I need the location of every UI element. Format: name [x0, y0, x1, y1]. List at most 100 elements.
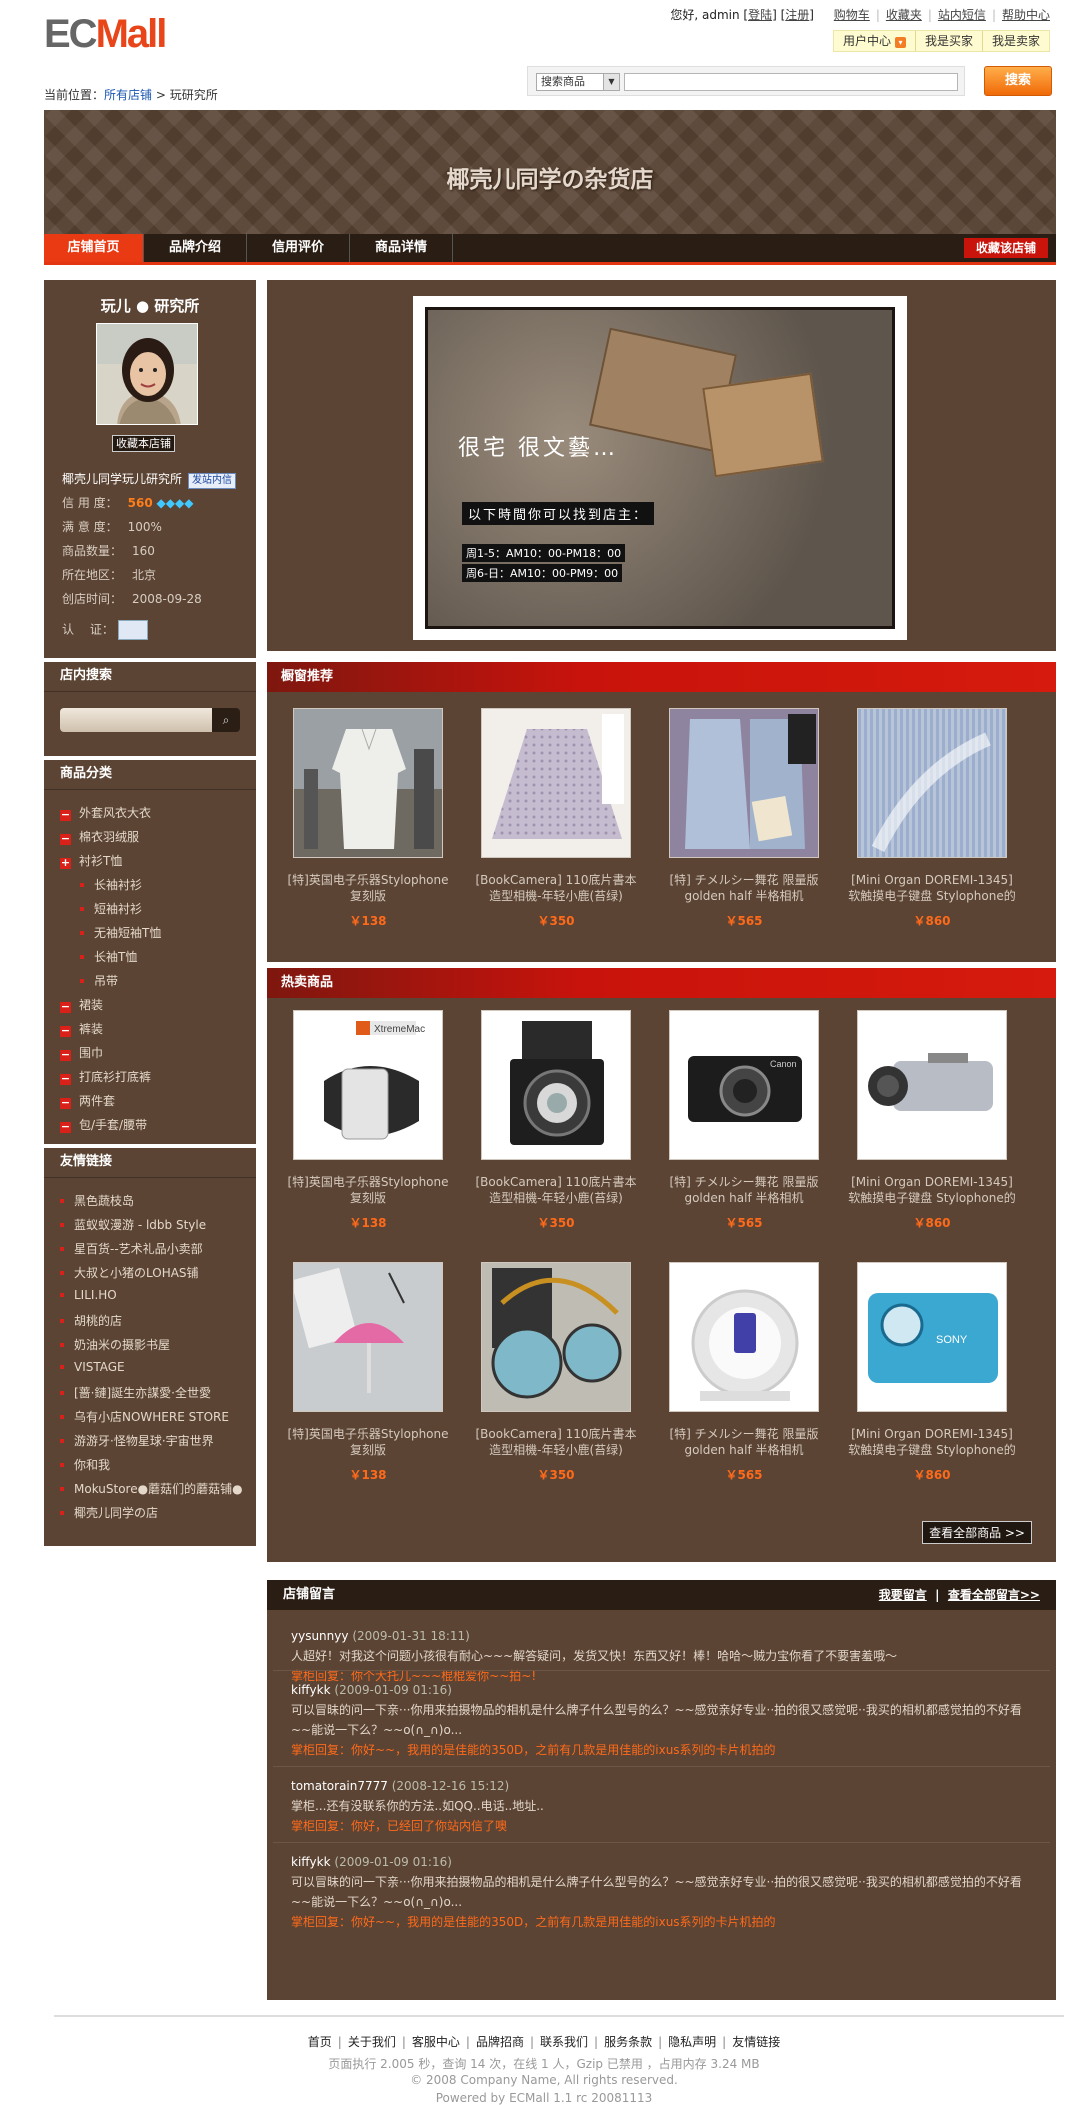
- view-all-messages-link[interactable]: 查看全部留言>>: [948, 1588, 1040, 1602]
- product-card[interactable]: [特] チメルシー舞花 限量版 golden half 半格相机 ￥565: [669, 1262, 819, 1483]
- search-input[interactable]: [624, 73, 958, 91]
- subcategory-item[interactable]: 无袖短袖T恤: [80, 924, 161, 941]
- footer-link[interactable]: 隐私声明: [668, 2035, 716, 2049]
- certification-icon[interactable]: [117, 620, 148, 640]
- product-card[interactable]: XtremeMac [特]英国电子乐器Stylophone复刻版 ￥138: [287, 1010, 449, 1231]
- product-image[interactable]: [857, 708, 1007, 858]
- friend-link[interactable]: 黑色蔬枝岛: [60, 1192, 134, 1209]
- favorite-shop-button[interactable]: 收藏该店铺: [963, 238, 1048, 258]
- friend-link[interactable]: 蓝蚁蚁漫游 - ldbb Style: [60, 1216, 206, 1233]
- product-image[interactable]: Canon: [669, 1010, 819, 1160]
- friend-link[interactable]: 游游牙·怪物星球·宇宙世界: [60, 1432, 214, 1449]
- friend-link[interactable]: 乌有小店NOWHERE STORE: [60, 1408, 229, 1425]
- tab-details[interactable]: 商品详情: [350, 234, 453, 262]
- product-name[interactable]: [特] チメルシー舞花 限量版 golden half 半格相机: [659, 1426, 829, 1458]
- favorite-shop-link[interactable]: 收藏本店铺: [112, 435, 175, 452]
- cart-link[interactable]: 购物车: [834, 8, 870, 22]
- product-image[interactable]: [293, 708, 443, 858]
- view-all-goods-link[interactable]: 查看全部商品 >>: [922, 1521, 1032, 1544]
- friend-link[interactable]: 椰壳儿同学の店: [60, 1504, 158, 1521]
- product-image[interactable]: [669, 1262, 819, 1412]
- category-item[interactable]: − 裙装: [60, 996, 103, 1013]
- message-user[interactable]: yysunnyy: [291, 1629, 348, 1643]
- product-name[interactable]: [特]英国电子乐器Stylophone复刻版: [283, 1426, 453, 1458]
- friend-link[interactable]: VISTAGE: [60, 1360, 125, 1374]
- footer-link[interactable]: 客服中心: [412, 2035, 460, 2049]
- search-button[interactable]: 搜索: [984, 66, 1052, 96]
- dropdown-icon[interactable]: ▾: [894, 37, 906, 48]
- product-name[interactable]: [Mini Organ DOREMI-1345] 软触摸电子键盘 Styloph…: [847, 872, 1017, 904]
- friend-link[interactable]: 奶油米の摄影书屋: [60, 1336, 170, 1353]
- category-item[interactable]: − 裤装: [60, 1020, 103, 1037]
- product-name[interactable]: [BookCamera] 110底片書本造型相機-年轻小鹿(苔绿): [471, 872, 641, 904]
- footer-link[interactable]: 友情链接: [732, 2035, 780, 2049]
- product-name[interactable]: [特] チメルシー舞花 限量版 golden half 半格相机: [659, 872, 829, 904]
- search-icon[interactable]: ⌕: [212, 708, 240, 732]
- collapse-minus-icon[interactable]: −: [60, 809, 71, 821]
- friend-link[interactable]: 你和我: [60, 1456, 110, 1473]
- send-message-badge[interactable]: 发站内信: [188, 473, 237, 489]
- friend-link[interactable]: 胡桃的店: [60, 1312, 122, 1329]
- subcategory-item[interactable]: 短袖衬衫: [80, 900, 142, 917]
- category-item[interactable]: − 两件套: [60, 1092, 115, 1109]
- messages-link[interactable]: 站内短信: [938, 8, 986, 22]
- category-item[interactable]: − 外套风衣大衣: [60, 804, 151, 821]
- shop-search-input[interactable]: [60, 708, 218, 732]
- product-card[interactable]: [BookCamera] 110底片書本造型相機-年轻小鹿(苔绿) ￥350: [475, 708, 637, 929]
- buyer-link[interactable]: 我是买家: [916, 31, 983, 51]
- breadcrumb-all-shops[interactable]: 所有店铺: [104, 88, 152, 102]
- friend-link[interactable]: MokuStore●蘑菇们的蘑菇铺●: [60, 1480, 243, 1497]
- chevron-down-icon[interactable]: ▼: [603, 74, 619, 90]
- ecmall-logo[interactable]: ECMall: [44, 12, 167, 56]
- collapse-minus-icon[interactable]: −: [60, 1121, 71, 1133]
- tab-home[interactable]: 店铺首页: [44, 234, 144, 262]
- product-card[interactable]: [特]英国电子乐器Stylophone复刻版 ￥138: [287, 1262, 449, 1483]
- category-item[interactable]: − 围巾: [60, 1044, 103, 1061]
- help-link[interactable]: 帮助中心: [1002, 8, 1050, 22]
- subcategory-item[interactable]: 吊带: [80, 972, 118, 989]
- friend-link[interactable]: LILI.HO: [60, 1288, 117, 1302]
- product-name[interactable]: [特]英国电子乐器Stylophone复刻版: [283, 872, 453, 904]
- register-link[interactable]: 注册: [785, 8, 809, 22]
- product-card[interactable]: [特]英国电子乐器Stylophone复刻版 ￥138: [287, 708, 449, 929]
- category-item[interactable]: − 棉衣羽绒服: [60, 828, 139, 845]
- category-item[interactable]: + 衬衫T恤: [60, 852, 122, 869]
- product-card[interactable]: Canon [特] チメルシー舞花 限量版 golden half 半格相机 ￥56…: [669, 1010, 819, 1231]
- message-user[interactable]: kiffykk: [291, 1855, 331, 1869]
- footer-link[interactable]: 首页: [308, 2035, 332, 2049]
- friend-link[interactable]: 星百货--艺术礼品小卖部: [60, 1240, 203, 1257]
- expand-plus-icon[interactable]: +: [60, 857, 71, 869]
- collapse-minus-icon[interactable]: −: [60, 1073, 71, 1085]
- friend-link[interactable]: 大叔と小猪のLOHAS铺: [60, 1264, 199, 1281]
- product-name[interactable]: [特]英国电子乐器Stylophone复刻版: [283, 1174, 453, 1206]
- collapse-minus-icon[interactable]: −: [60, 1049, 71, 1061]
- subcategory-item[interactable]: 长袖T恤: [80, 948, 137, 965]
- leave-message-link[interactable]: 我要留言: [879, 1588, 927, 1602]
- category-item[interactable]: − 包/手套/腰带: [60, 1116, 147, 1133]
- product-image[interactable]: SONY: [857, 1262, 1007, 1412]
- product-name[interactable]: [BookCamera] 110底片書本造型相機-年轻小鹿(苔绿): [471, 1174, 641, 1206]
- product-card[interactable]: SONY [Mini Organ DOREMI-1345] 软触摸电子键盘 Sty…: [848, 1262, 1016, 1483]
- product-name[interactable]: [Mini Organ DOREMI-1345] 软触摸电子键盘 Styloph…: [847, 1174, 1017, 1206]
- favorites-link[interactable]: 收藏夹: [886, 8, 922, 22]
- product-image[interactable]: [481, 708, 631, 858]
- product-image[interactable]: [481, 1262, 631, 1412]
- product-name[interactable]: [Mini Organ DOREMI-1345] 软触摸电子键盘 Styloph…: [847, 1426, 1017, 1458]
- collapse-minus-icon[interactable]: −: [60, 833, 71, 845]
- promo-image[interactable]: 很宅 很文藝… 以下時間你可以找到店主： 周1-5：AM10：00-PM18：0…: [413, 296, 907, 640]
- tab-brand[interactable]: 品牌介绍: [144, 234, 247, 262]
- product-image[interactable]: [481, 1010, 631, 1160]
- footer-link[interactable]: 服务条款: [604, 2035, 652, 2049]
- product-name[interactable]: [BookCamera] 110底片書本造型相機-年轻小鹿(苔绿): [471, 1426, 641, 1458]
- message-user[interactable]: tomatorain7777: [291, 1779, 388, 1793]
- subcategory-item[interactable]: 长袖衬衫: [80, 876, 142, 893]
- product-card[interactable]: [特] チメルシー舞花 限量版 golden half 半格相机 ￥565: [669, 708, 819, 929]
- product-card[interactable]: [Mini Organ DOREMI-1345] 软触摸电子键盘 Styloph…: [848, 708, 1016, 929]
- footer-link[interactable]: 联系我们: [540, 2035, 588, 2049]
- product-image[interactable]: [857, 1010, 1007, 1160]
- message-user[interactable]: kiffykk: [291, 1683, 331, 1697]
- product-image[interactable]: XtremeMac: [293, 1010, 443, 1160]
- footer-link[interactable]: 品牌招商: [476, 2035, 524, 2049]
- search-type-select[interactable]: 搜索商品 ▼: [536, 73, 620, 91]
- user-center-link[interactable]: 用户中心 ▾: [834, 31, 916, 51]
